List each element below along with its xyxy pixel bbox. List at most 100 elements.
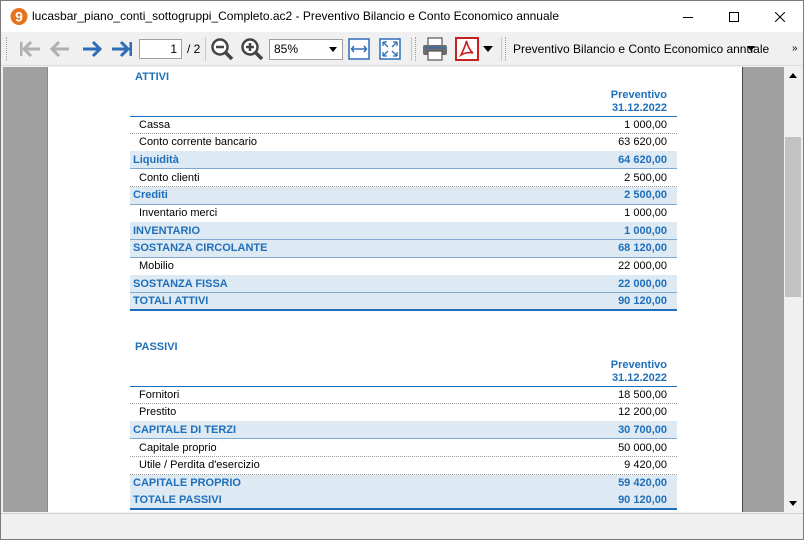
zoom-value: 85% — [274, 42, 299, 56]
zoom-in-button[interactable] — [239, 37, 265, 61]
row-description: Utile / Perdita d'esercizio — [139, 459, 260, 472]
scrollbar-thumb[interactable] — [785, 137, 801, 297]
toolbar-grip[interactable] — [415, 37, 417, 61]
row-description: Capitale proprio — [139, 441, 217, 454]
column-header: Preventivo 31.12.2022 — [610, 359, 667, 384]
row-amount: 64 620,00 — [618, 153, 667, 166]
row-amount: 90 120,00 — [618, 494, 667, 507]
chevron-down-icon — [483, 46, 493, 52]
first-page-button[interactable] — [17, 37, 43, 61]
table-total-row: Crediti 2 500,00 — [130, 186, 677, 205]
toolbar-grip[interactable] — [6, 37, 8, 61]
row-amount: 59 420,00 — [618, 477, 667, 489]
row-amount: 2 500,00 — [624, 189, 667, 202]
pdf-options-dropdown[interactable] — [482, 37, 494, 61]
first-page-icon — [20, 40, 40, 58]
section-title: PASSIVI — [135, 341, 178, 353]
table-total-row: SOSTANZA FISSA 22 000,00 — [130, 275, 677, 294]
scroll-down-button[interactable] — [784, 495, 802, 512]
zoom-in-icon — [241, 38, 264, 61]
table-row: Fornitori 18 500,00 — [130, 386, 677, 404]
printer-icon — [423, 37, 447, 61]
chevron-up-icon — [789, 73, 797, 78]
fit-page-button[interactable] — [378, 37, 402, 61]
export-pdf-button[interactable] — [453, 37, 481, 61]
chevron-down-icon[interactable] — [747, 46, 755, 51]
toolbar: 1 / 2 85% Preventivo Bilancio e Conto Ec… — [1, 32, 803, 66]
row-amount: 1 000,00 — [624, 119, 667, 131]
close-button[interactable] — [757, 1, 803, 32]
minimize-icon — [683, 16, 693, 18]
row-description: TOTALE PASSIVI — [133, 494, 222, 507]
page-total-label: / 2 — [187, 42, 201, 56]
svg-text:9: 9 — [15, 9, 23, 25]
print-button[interactable] — [421, 37, 449, 61]
table-row: Mobilio 22 000,00 — [130, 258, 677, 276]
table-row: Conto clienti 2 500,00 — [130, 169, 677, 188]
table-total-row: INVENTARIO 1 000,00 — [130, 222, 677, 241]
minimize-button[interactable] — [665, 1, 711, 32]
scroll-up-button[interactable] — [784, 67, 802, 84]
zoom-out-button[interactable] — [209, 37, 235, 61]
title-bar: 9 lucasbar_piano_conti_sottogruppi_Compl… — [1, 1, 803, 32]
row-amount: 1 000,00 — [624, 207, 667, 219]
row-description: SOSTANZA FISSA — [133, 277, 228, 290]
toolbar-separator — [205, 37, 206, 61]
table-total-row: Liquidità 64 620,00 — [130, 151, 677, 170]
row-description: SOSTANZA CIRCOLANTE — [133, 242, 268, 255]
vertical-scrollbar[interactable] — [784, 67, 802, 512]
row-description: CAPITALE PROPRIO — [133, 477, 241, 489]
table-total-row: SOSTANZA CIRCOLANTE 68 120,00 — [130, 239, 677, 258]
next-page-icon — [83, 40, 103, 58]
app-logo-icon: 9 — [10, 8, 28, 25]
report-selector[interactable]: Preventivo Bilancio e Conto Economico an… — [513, 42, 769, 56]
chevron-down-icon — [329, 47, 337, 52]
last-page-icon — [112, 40, 132, 58]
row-amount: 1 000,00 — [624, 224, 667, 237]
toolbar-grip[interactable] — [505, 37, 507, 61]
row-amount: 63 620,00 — [618, 136, 667, 149]
table-total-row: TOTALI ATTIVI 90 120,00 — [130, 293, 677, 311]
status-bar — [1, 513, 803, 539]
row-amount: 2 500,00 — [624, 171, 667, 184]
pdf-icon — [455, 37, 479, 61]
report-viewer[interactable]: ATTIVI Preventivo 31.12.2022 Cassa 1 000,… — [3, 67, 784, 512]
maximize-icon — [729, 11, 739, 22]
table-total-row: CAPITALE DI TERZI 30 700,00 — [130, 421, 677, 440]
row-description: CAPITALE DI TERZI — [133, 423, 237, 436]
column-header: Preventivo 31.12.2022 — [610, 89, 667, 114]
previous-page-icon — [49, 40, 69, 58]
fit-width-icon — [348, 38, 370, 60]
row-description: Inventario merci — [139, 207, 218, 219]
table-row: Prestito 12 200,00 — [130, 404, 677, 422]
row-description: Conto clienti — [139, 171, 200, 184]
previous-page-button[interactable] — [47, 37, 73, 61]
toolbar-separator — [501, 37, 502, 61]
row-description: Conto corrente bancario — [139, 136, 258, 149]
row-description: Cassa — [139, 119, 171, 131]
window-title: lucasbar_piano_conti_sottogruppi_Complet… — [32, 9, 559, 23]
row-amount: 9 420,00 — [624, 459, 667, 472]
table-row: Conto corrente bancario 63 620,00 — [130, 134, 677, 152]
row-amount: 22 000,00 — [618, 260, 667, 273]
row-description: Crediti — [133, 189, 168, 202]
row-amount: 68 120,00 — [618, 242, 667, 255]
row-description: Mobilio — [139, 260, 174, 273]
application-window: 9 lucasbar_piano_conti_sottogruppi_Compl… — [0, 0, 804, 540]
maximize-button[interactable] — [711, 1, 757, 32]
zoom-select[interactable]: 85% — [269, 39, 343, 60]
row-amount: 18 500,00 — [618, 389, 667, 401]
section-title: ATTIVI — [135, 71, 170, 83]
toolbar-overflow-button[interactable]: » — [792, 43, 798, 54]
table-row: Cassa 1 000,00 — [130, 116, 677, 134]
table-row: Utile / Perdita d'esercizio 9 420,00 — [130, 457, 677, 475]
page-number-input[interactable]: 1 — [139, 39, 182, 59]
row-amount: 12 200,00 — [618, 406, 667, 419]
close-icon — [775, 11, 785, 22]
next-page-button[interactable] — [79, 37, 105, 61]
fit-page-icon — [379, 38, 401, 60]
zoom-out-icon — [211, 38, 234, 61]
row-description: Prestito — [139, 406, 177, 419]
last-page-button[interactable] — [109, 37, 135, 61]
fit-width-button[interactable] — [347, 37, 371, 61]
